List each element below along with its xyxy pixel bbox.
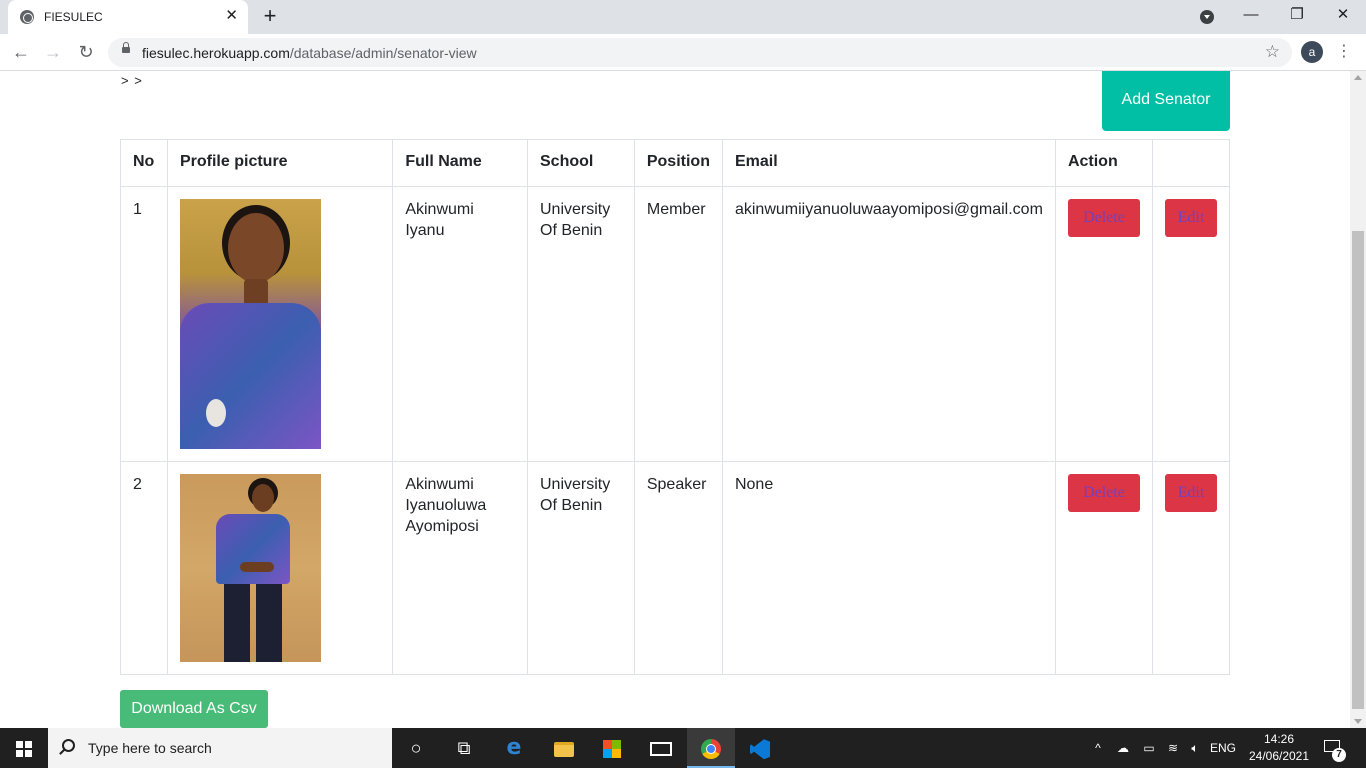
file-explorer-icon[interactable]	[540, 728, 588, 768]
close-tab-icon[interactable]: ✕	[225, 7, 238, 25]
cell-action-delete: Delete	[1054, 461, 1154, 675]
cell-school: University Of Benin	[527, 461, 635, 675]
tab-search-icon[interactable]	[1200, 10, 1214, 24]
scroll-thumb[interactable]	[1352, 231, 1364, 709]
clock[interactable]: 14:26 24/06/2021	[1244, 731, 1314, 765]
minimize-button[interactable]: —	[1236, 4, 1266, 26]
header-no: No	[120, 139, 168, 187]
cell-position: Speaker	[633, 461, 723, 675]
delete-button[interactable]: Delete	[1067, 199, 1140, 237]
table-header-row: No Profile picture Full Name School Posi…	[120, 139, 1230, 187]
taskbar-search-box[interactable]: Type here to search	[48, 728, 392, 768]
edit-button[interactable]: Edit	[1165, 474, 1217, 512]
header-empty	[1152, 139, 1230, 187]
search-icon	[62, 739, 75, 752]
header-full-name: Full Name	[392, 139, 528, 187]
cell-action-delete: Delete	[1054, 186, 1154, 462]
vscode-icon[interactable]	[736, 728, 784, 768]
profile-photo	[179, 474, 321, 662]
bookmark-star-icon[interactable]: ☆	[1265, 42, 1280, 62]
cell-email: akinwumiiyanuoluwaayomiposi@gmail.com	[721, 186, 1056, 462]
reload-icon[interactable]: ↻	[74, 40, 98, 64]
download-csv-button[interactable]: Download As Csv	[120, 690, 268, 728]
header-email: Email	[721, 139, 1056, 187]
cell-email: None	[721, 461, 1056, 675]
cell-position: Member	[633, 186, 723, 462]
cell-full-name: Akinwumi Iyanu	[392, 186, 528, 462]
forward-arrow-icon[interactable]: →	[41, 40, 65, 64]
scroll-down-arrow-icon[interactable]	[1354, 719, 1362, 724]
header-action: Action	[1054, 139, 1154, 187]
url-host: fiesulec.herokuapp.com	[142, 45, 290, 61]
scroll-up-arrow-icon[interactable]	[1354, 75, 1362, 80]
wifi-icon[interactable]: ≋	[1162, 728, 1184, 768]
profile-photo	[179, 199, 321, 449]
windows-taskbar: Type here to search ○ ⧉ e ^ ☁ ▭ ≋ 🔈︎ ENG…	[0, 728, 1366, 768]
store-icon[interactable]	[588, 728, 636, 768]
browser-toolbar: ← → ↻ fiesulec.herokuapp.com/database/ad…	[0, 34, 1366, 71]
table-row: 1 Akinwumi Iyanu University Of Benin Mem…	[120, 186, 1230, 462]
new-tab-button[interactable]: +	[258, 4, 282, 28]
header-school: School	[527, 139, 635, 187]
onedrive-icon[interactable]: ☁	[1112, 728, 1134, 768]
header-position: Position	[633, 139, 723, 187]
profile-avatar[interactable]: a	[1301, 41, 1323, 63]
header-profile-picture: Profile picture	[166, 139, 394, 187]
cell-full-name: Akinwumi Iyanuoluwa Ayomiposi	[392, 461, 528, 675]
cell-school: University Of Benin	[527, 186, 635, 462]
cell-no: 1	[120, 186, 168, 462]
edge-icon[interactable]: e	[490, 728, 538, 768]
delete-button[interactable]: Delete	[1067, 474, 1140, 512]
edit-button[interactable]: Edit	[1165, 199, 1217, 237]
page-scrollbar[interactable]	[1350, 71, 1366, 728]
address-bar[interactable]: fiesulec.herokuapp.com/database/admin/se…	[108, 38, 1292, 67]
close-window-button[interactable]: ✕	[1328, 4, 1358, 26]
globe-icon	[20, 10, 34, 24]
clock-date: 24/06/2021	[1248, 749, 1310, 763]
browser-tab-strip: FIESULEC ✕ + — ❐ ✕	[0, 0, 1366, 34]
cell-no: 2	[120, 461, 168, 675]
breadcrumb: > >	[121, 73, 143, 88]
chrome-icon[interactable]	[687, 728, 735, 768]
task-view-icon[interactable]: ⧉	[440, 728, 488, 768]
clock-time: 14:26	[1263, 732, 1295, 746]
table-row: 2 Akinwumi Iyanuoluwa Ayomiposi Universi…	[120, 461, 1230, 675]
volume-icon[interactable]: 🔈︎	[1185, 728, 1205, 768]
back-arrow-icon[interactable]: ←	[9, 40, 33, 64]
cell-action-edit: Edit	[1152, 461, 1230, 675]
battery-icon[interactable]: ▭	[1138, 728, 1160, 768]
restore-button[interactable]: ❐	[1282, 4, 1312, 26]
page-viewport: > > Add Senator No Profile picture Full …	[0, 71, 1350, 728]
menu-dots-icon[interactable]: ⋮	[1336, 40, 1352, 64]
url-path: /database/admin/senator-view	[289, 45, 477, 61]
senators-table: No Profile picture Full Name School Posi…	[120, 139, 1230, 675]
url-text[interactable]: fiesulec.herokuapp.com/database/admin/se…	[142, 45, 477, 61]
cell-profile-picture	[166, 461, 394, 675]
language-indicator[interactable]: ENG	[1208, 728, 1238, 768]
mail-icon[interactable]	[637, 728, 685, 768]
cell-profile-picture	[166, 186, 394, 462]
lock-icon	[122, 42, 130, 53]
add-senator-button[interactable]: Add Senator	[1102, 71, 1230, 131]
notification-count-badge: 7	[1332, 748, 1346, 762]
start-button[interactable]	[0, 728, 48, 768]
taskbar-search-placeholder: Type here to search	[88, 740, 212, 756]
show-hidden-icons-icon[interactable]: ^	[1090, 728, 1106, 768]
tab-title: FIESULEC	[44, 10, 103, 24]
windows-logo-icon	[16, 741, 32, 757]
cell-action-edit: Edit	[1152, 186, 1230, 462]
cortana-icon[interactable]: ○	[392, 728, 440, 768]
action-center-icon[interactable]: 7	[1322, 736, 1346, 762]
browser-tab[interactable]: FIESULEC ✕	[8, 0, 248, 34]
